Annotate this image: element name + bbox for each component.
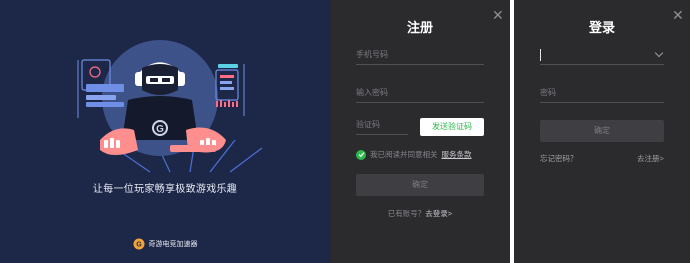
svg-text:G: G [156, 124, 164, 135]
login-link[interactable]: 去登录> [425, 209, 452, 218]
login-password-placeholder: 密码 [540, 88, 556, 97]
close-icon[interactable]: ✕ [492, 8, 504, 22]
password-input[interactable]: 输入密码 [356, 85, 484, 103]
text-caret [540, 49, 541, 61]
brand: G 奇游电竞加速器 [0, 238, 330, 250]
forgot-password-link[interactable]: 忘记密码？ [540, 153, 578, 164]
svg-text:G: G [136, 242, 142, 249]
phone-input[interactable]: 手机号码 [356, 47, 484, 65]
right-window [215, 64, 245, 116]
gamer-illustration: G [77, 40, 263, 173]
checkbox-checked-icon[interactable] [356, 149, 366, 160]
login-submit-button[interactable]: 确定 [540, 120, 664, 142]
login-password-input[interactable]: 密码 [540, 85, 664, 103]
brand-name: 奇游电竞加速器 [148, 241, 198, 248]
chevron-down-icon[interactable] [654, 48, 664, 58]
register-link[interactable]: 去注册> [637, 153, 664, 164]
brand-logo-icon: G [133, 238, 144, 250]
terms-link[interactable]: 服务条款 [442, 149, 472, 160]
register-submit-button[interactable]: 确定 [356, 174, 484, 196]
account-select[interactable] [540, 45, 664, 65]
switch-to-login: 已有账号？去登录> [330, 208, 510, 219]
login-title: 登录 [588, 20, 615, 35]
password-placeholder: 输入密码 [356, 88, 388, 97]
register-title: 注册 [406, 20, 433, 35]
phone-placeholder: 手机号码 [356, 50, 388, 59]
verification-code-input[interactable]: 验证码 [356, 117, 408, 135]
agreement-row: 我已阅读并同意相关 服务条款 [356, 149, 472, 160]
has-account-text: 已有账号？ [387, 209, 426, 218]
hero-tagline: 让每一位玩家畅享极致游戏乐趣 [92, 184, 238, 195]
code-placeholder: 验证码 [356, 120, 380, 129]
close-icon[interactable]: ✕ [672, 8, 684, 22]
send-code-button[interactable]: 发送验证码 [420, 118, 484, 136]
agreement-text: 我已阅读并同意相关 [370, 150, 438, 159]
hero-banner: G 让每一位玩家畅享极致游戏乐趣 G 奇游电竞加速器 [0, 0, 330, 263]
